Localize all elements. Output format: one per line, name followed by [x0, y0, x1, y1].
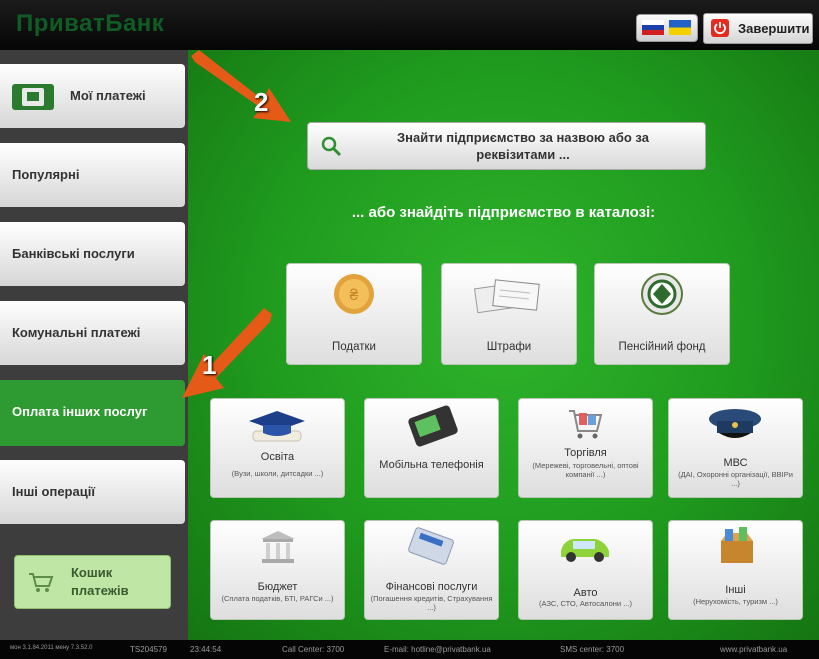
coin-icon: ₴	[334, 274, 374, 314]
receipts-icon	[473, 279, 540, 314]
card-terminal-icon	[408, 527, 454, 565]
sidebar-item-label: Популярні	[12, 167, 80, 182]
building-icon	[261, 531, 295, 563]
sidebar-item-label: Мої платежі	[70, 88, 146, 103]
sidebar-item-popular[interactable]: Популярні	[0, 143, 185, 207]
tile-sublabel: (АЗС, СТО, Автосалони ...)	[539, 599, 632, 608]
tile-trade[interactable]: Торгівля (Мережеві, торговельні, оптові …	[518, 398, 653, 498]
search-label: Знайти підприємство за назвою або за рек…	[397, 130, 649, 162]
finish-label: Завершити	[738, 21, 810, 36]
box-icon	[721, 527, 753, 563]
version-text: мон 3.1.84.2011 мену 7.3.52.0	[10, 645, 93, 651]
shopping-cart-icon	[569, 410, 603, 439]
tile-label: Інші	[725, 584, 746, 596]
tile-label: Авто	[573, 587, 598, 599]
annotation-number-1: 1	[202, 350, 217, 380]
main-panel: Знайти підприємство за назвою або за рек…	[188, 50, 819, 640]
annotation-number-2: 2	[254, 87, 269, 117]
sidebar-item-bank-services[interactable]: Банківські послуги	[0, 222, 185, 286]
sidebar-item-other-operations[interactable]: Інші операції	[0, 460, 185, 524]
tile-sublabel: (Сплата податків, БТІ, РАГСи ...)	[221, 594, 334, 603]
sidebar-item-other-services[interactable]: Оплата інших послуг	[0, 380, 185, 446]
tile-financial[interactable]: Фінансові послуги (Погашення кредитів, С…	[364, 520, 499, 620]
mobile-phone-icon	[408, 405, 458, 447]
tile-label: Бюджет	[257, 581, 298, 593]
wallet-icon	[12, 84, 54, 110]
tile-sublabel: (Вузи, школи, дитсадки ...)	[231, 469, 324, 478]
site-text: www.privatbank.ua	[720, 645, 788, 654]
top-bar: ПриватБанк Завершити	[0, 0, 819, 50]
cart-label: Кошик платежів	[71, 565, 129, 598]
tile-label: Штрафи	[486, 341, 532, 353]
tile-label: Фінансові послуги	[385, 581, 478, 593]
power-icon	[711, 19, 729, 37]
terminal-id: TS204579	[130, 645, 167, 654]
catalog-title: ... або знайдіть підприємство в каталозі…	[351, 204, 656, 221]
language-selector[interactable]	[636, 14, 698, 42]
tile-label: МВС	[723, 457, 748, 469]
payment-cart-button[interactable]: Кошик платежів	[14, 555, 171, 609]
tile-sublabel: (Мережеві, торговельні, оптові компанії …	[532, 461, 639, 479]
status-footer: мон 3.1.84.2011 мену 7.3.52.0 TS204579 2…	[0, 640, 819, 659]
cart-icon	[29, 573, 54, 592]
sidebar-item-label: Інші операції	[12, 484, 95, 499]
tile-label: Податки	[332, 341, 376, 353]
sidebar: Мої платежі Популярні Банківські послуги…	[0, 50, 188, 640]
tile-sublabel: (Погашення кредитів, Страхування ...)	[370, 594, 493, 612]
tile-budget[interactable]: Бюджет (Сплата податків, БТІ, РАГСи ...)	[210, 520, 345, 620]
pension-emblem-icon	[641, 273, 683, 315]
search-company-button[interactable]: Знайти підприємство за назвою або за рек…	[307, 122, 706, 170]
annotation-arrow-1	[182, 308, 272, 398]
privatbank-logo: ПриватБанк	[16, 10, 165, 37]
police-cap-icon	[709, 409, 761, 438]
tile-mobile[interactable]: Мобільна телефонія	[364, 398, 499, 498]
sidebar-item-label: Оплата інших послуг	[12, 404, 148, 419]
search-icon	[321, 136, 342, 157]
sidebar-item-my-payments[interactable]: Мої платежі	[0, 64, 185, 128]
tile-label: Пенсійний фонд	[618, 341, 706, 353]
flag-ua-icon[interactable]	[669, 20, 691, 35]
tile-sublabel: (Нерухомість, туризм ...)	[693, 597, 778, 606]
call-center-text: Call Center: 3700	[282, 645, 345, 654]
tile-other[interactable]: Інші (Нерухомість, туризм ...)	[668, 520, 803, 620]
tile-pension-fund[interactable]: Пенсійний фонд	[594, 263, 730, 365]
car-icon	[561, 539, 609, 562]
tile-taxes[interactable]: ₴ Податки	[286, 263, 422, 365]
graduation-cap-icon	[249, 411, 305, 442]
sidebar-item-label: Комунальні платежі	[12, 325, 141, 340]
tile-label: Мобільна телефонія	[379, 459, 484, 471]
tile-police[interactable]: МВС (ДАІ, Охоронні організації, ВВІРи ..…	[668, 398, 803, 498]
kiosk-screen: ПриватБанк Завершити Мої платежі Популяр…	[0, 0, 819, 659]
tile-label: Освіта	[260, 451, 295, 463]
tile-education[interactable]: Освіта (Вузи, школи, дитсадки ...)	[210, 398, 345, 498]
sidebar-item-utility-payments[interactable]: Комунальні платежі	[0, 301, 185, 365]
flag-ru-icon[interactable]	[642, 20, 664, 35]
svg-text:₴: ₴	[350, 287, 359, 304]
clock-text: 23:44:54	[190, 645, 222, 654]
email-text: E-mail: hotline@privatbank.ua	[384, 645, 491, 654]
tile-auto[interactable]: Авто (АЗС, СТО, Автосалони ...)	[518, 520, 653, 620]
tile-sublabel: (ДАІ, Охоронні організації, ВВІРи ...)	[678, 470, 793, 488]
sms-center-text: SMS center: 3700	[560, 645, 625, 654]
sidebar-item-label: Банківські послуги	[12, 246, 135, 261]
annotation-arrow-2	[191, 50, 291, 122]
tile-label: Торгівля	[564, 447, 607, 459]
finish-button[interactable]: Завершити	[703, 13, 813, 44]
tile-fines[interactable]: Штрафи	[441, 263, 577, 365]
